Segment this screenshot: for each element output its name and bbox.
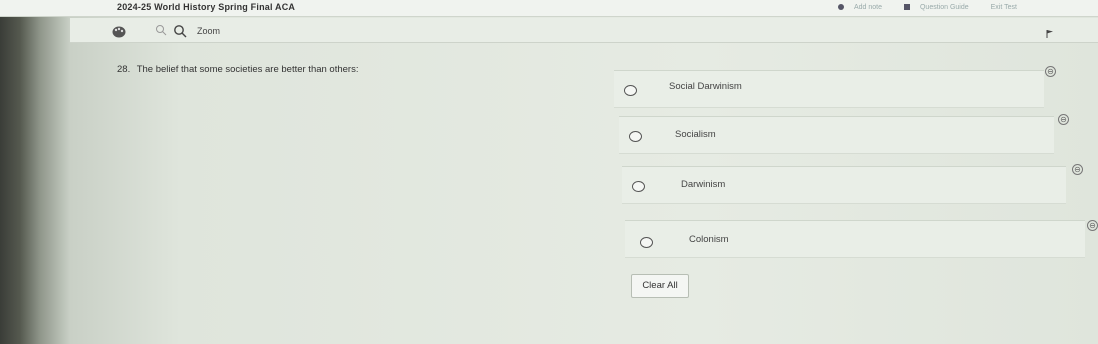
guide-icon	[903, 4, 910, 11]
top-bar: 2024-25 World History Spring Final ACA A…	[0, 0, 1098, 17]
eliminate-icon[interactable]: ⊖	[1058, 114, 1069, 125]
radio-button[interactable]	[640, 237, 653, 248]
test-title: 2024-25 World History Spring Final ACA	[117, 2, 296, 12]
zoom-label: Zoom	[197, 26, 221, 36]
clear-all-button[interactable]: Clear All	[631, 274, 689, 298]
radio-button[interactable]	[632, 181, 645, 192]
palette-icon[interactable]	[112, 26, 126, 38]
answer-choice-label: Colonism	[689, 234, 729, 245]
answer-choice-colonism[interactable]: Colonism	[625, 220, 1085, 258]
note-icon	[838, 4, 844, 11]
eliminate-icon[interactable]: ⊖	[1087, 220, 1098, 231]
answer-choice-label: Darwinism	[681, 179, 726, 190]
test-screen: 2024-25 World History Spring Final ACA A…	[0, 0, 1098, 344]
add-note-label: Add note	[854, 4, 883, 11]
question-guide-label: Question Guide	[919, 4, 969, 11]
answer-choice-label: Social Darwinism	[669, 81, 742, 92]
add-note-button[interactable]: Add note	[838, 4, 892, 11]
answer-choice-social-darwinism[interactable]: Social Darwinism	[614, 70, 1044, 108]
answer-choice-darwinism[interactable]: Darwinism	[622, 166, 1066, 204]
zoom-in-icon[interactable]	[173, 24, 187, 38]
question-number: 28.	[117, 64, 131, 75]
answer-choice-socialism[interactable]: Socialism	[619, 116, 1054, 154]
exit-button[interactable]: Exit Test	[991, 4, 1017, 11]
eliminate-icon[interactable]: ⊖	[1072, 164, 1083, 175]
answer-choice-label: Socialism	[675, 129, 716, 140]
radio-button[interactable]	[629, 131, 642, 142]
question-prompt: The belief that some societies are bette…	[136, 64, 359, 75]
question-guide-button[interactable]: Question Guide	[903, 4, 979, 11]
zoom-out-icon[interactable]	[155, 24, 167, 36]
top-actions: Add note Question Guide Exit Test	[838, 4, 1027, 11]
radio-button[interactable]	[624, 85, 637, 96]
toolbar	[70, 18, 1098, 43]
flag-icon[interactable]	[1046, 30, 1054, 38]
question-text: 28. The belief that some societies are b…	[117, 64, 358, 75]
eliminate-icon[interactable]: ⊖	[1045, 66, 1056, 77]
